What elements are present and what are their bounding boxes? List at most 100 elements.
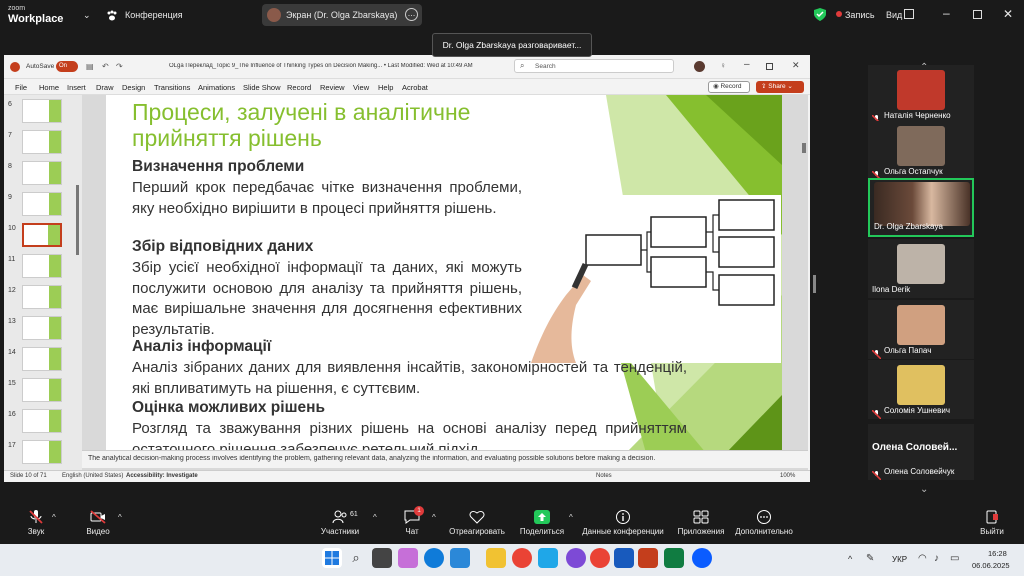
keyboard-language[interactable]: УКР [892, 555, 907, 564]
tray-app-icon[interactable]: ✎ [866, 553, 874, 564]
share-button[interactable]: ⇪ Share ⌄ [756, 81, 804, 93]
tab-animations[interactable]: Animations [198, 83, 235, 92]
slide-thumbnail[interactable] [22, 99, 62, 123]
tab-design[interactable]: Design [122, 83, 145, 92]
zoom-app-icon[interactable] [692, 548, 712, 568]
slide-thumbnail[interactable] [22, 378, 62, 402]
more-button[interactable]: Дополнительно [732, 510, 796, 536]
thumbnail-scrollbar[interactable] [76, 185, 79, 255]
vertical-scrollbar[interactable] [802, 143, 806, 153]
clock-time[interactable]: 16:28 [988, 549, 1007, 558]
tab-transitions[interactable]: Transitions [154, 83, 190, 92]
participant-tile[interactable]: Dr. Olga Zbarskaya [868, 178, 974, 237]
tab-review[interactable]: Review [320, 83, 345, 92]
slide-thumbnail[interactable] [22, 130, 62, 154]
tab-file[interactable]: File [15, 83, 27, 92]
chrome-profile-icon[interactable] [590, 548, 610, 568]
taskbar-search-icon[interactable]: ⌕ [346, 548, 366, 568]
window-minimize-icon[interactable]: – [744, 59, 750, 70]
slide-thumbnail[interactable] [22, 192, 62, 216]
chevron-down-icon[interactable]: ⌄ [83, 10, 91, 21]
status-notes[interactable]: Notes [596, 473, 612, 479]
chat-options-chevron[interactable]: ^ [432, 513, 436, 522]
participant-tile[interactable]: Олена Соловей... Олена Соловейчук [868, 424, 974, 481]
telegram-icon[interactable] [538, 548, 558, 568]
battery-icon[interactable]: ▭ [950, 553, 959, 564]
viber-icon[interactable] [566, 548, 586, 568]
close-icon[interactable]: ✕ [1003, 7, 1013, 21]
participant-tile[interactable]: Ольга Папач [868, 300, 974, 360]
share-options-chevron[interactable]: ^ [569, 513, 573, 522]
leave-button[interactable]: Выйти [980, 510, 1004, 536]
speaker-notes[interactable]: The analytical decision-making process i… [82, 450, 808, 468]
more-options-icon[interactable]: … [405, 8, 418, 21]
edge-icon[interactable] [424, 548, 444, 568]
wifi-icon[interactable]: ◠ [918, 553, 927, 564]
slide-thumbnail[interactable] [22, 223, 62, 247]
save-icon[interactable]: ▤ [86, 62, 94, 71]
participant-tile[interactable]: Ilona Derik [868, 239, 974, 298]
undo-icon[interactable]: ↶ [102, 62, 109, 71]
participants-button[interactable]: 61 Участники [316, 510, 364, 536]
status-accessibility[interactable]: Accessibility: Investigate [126, 473, 198, 479]
view-label[interactable]: Вид [886, 10, 902, 20]
status-language[interactable]: English (United States) [62, 473, 123, 479]
windows-start-icon[interactable] [322, 548, 342, 568]
record-button[interactable]: ◉ Record [708, 81, 750, 93]
powerpoint-icon[interactable] [638, 548, 658, 568]
excel-icon[interactable] [664, 548, 684, 568]
apps-button[interactable]: Приложения [674, 510, 728, 536]
slide-thumbnail[interactable] [22, 409, 62, 433]
tray-chevron-icon[interactable]: ^ [848, 554, 852, 564]
autosave-toggle[interactable]: On [56, 61, 78, 72]
window-close-icon[interactable]: ✕ [792, 60, 800, 71]
photos-icon[interactable] [450, 548, 470, 568]
participant-tile[interactable]: Соломія Ушневич [868, 360, 974, 420]
react-button[interactable]: Отреагировать [446, 510, 508, 536]
video-button[interactable]: Видео [84, 510, 112, 536]
volume-icon[interactable]: ♪ [934, 553, 939, 564]
chrome-icon[interactable] [512, 548, 532, 568]
participant-tile[interactable]: Наталія Черненко [868, 65, 974, 125]
slide-thumbnail[interactable] [22, 440, 62, 464]
redo-icon[interactable]: ↷ [116, 62, 123, 71]
slide-thumbnail[interactable] [22, 254, 62, 278]
participants-options-chevron[interactable]: ^ [373, 513, 377, 522]
word-icon[interactable] [614, 548, 634, 568]
task-view-icon[interactable] [372, 548, 392, 568]
conference-label[interactable]: Конференция [125, 10, 183, 20]
tab-insert[interactable]: Insert [67, 83, 86, 92]
meeting-info-button[interactable]: Данные конференции [578, 510, 668, 536]
screen-share-pill[interactable]: Экран (Dr. Olga Zbarskaya) … [262, 4, 422, 26]
tab-view[interactable]: View [353, 83, 369, 92]
clock-date[interactable]: 06.06.2025 [972, 561, 1010, 570]
slide-thumbnail[interactable] [22, 347, 62, 371]
panel-divider-handle[interactable] [813, 275, 816, 293]
audio-options-chevron[interactable]: ^ [52, 513, 56, 522]
tab-home[interactable]: Home [39, 83, 59, 92]
chat-button[interactable]: 1 Чат [400, 506, 424, 536]
minimize-icon[interactable]: – [943, 6, 950, 20]
file-explorer-icon[interactable] [486, 548, 506, 568]
slide-thumbnail[interactable] [22, 161, 62, 185]
chevron-down-icon[interactable]: ⌄ [920, 484, 928, 495]
tab-draw[interactable]: Draw [96, 83, 114, 92]
copilot-icon[interactable] [398, 548, 418, 568]
share-screen-button[interactable]: Поделиться [518, 510, 566, 536]
tab-help[interactable]: Help [378, 83, 393, 92]
video-options-chevron[interactable]: ^ [118, 513, 122, 522]
status-zoom[interactable]: 100% [780, 473, 795, 479]
slide-thumbnail[interactable] [22, 285, 62, 309]
lightbulb-icon[interactable]: ♀ [720, 61, 726, 70]
search-box[interactable]: ⌕ Search [514, 59, 674, 73]
slide-thumbnail[interactable] [22, 316, 62, 340]
account-avatar[interactable] [694, 61, 705, 72]
restore-icon[interactable] [973, 10, 982, 19]
audio-button[interactable]: Звук [22, 510, 50, 536]
tab-acrobat[interactable]: Acrobat [402, 83, 428, 92]
view-grid-icon[interactable] [904, 9, 914, 19]
tab-record[interactable]: Record [287, 83, 311, 92]
window-maximize-icon[interactable] [766, 63, 773, 70]
paw-icon[interactable] [106, 9, 118, 21]
recording-label[interactable]: Запись [845, 10, 875, 20]
